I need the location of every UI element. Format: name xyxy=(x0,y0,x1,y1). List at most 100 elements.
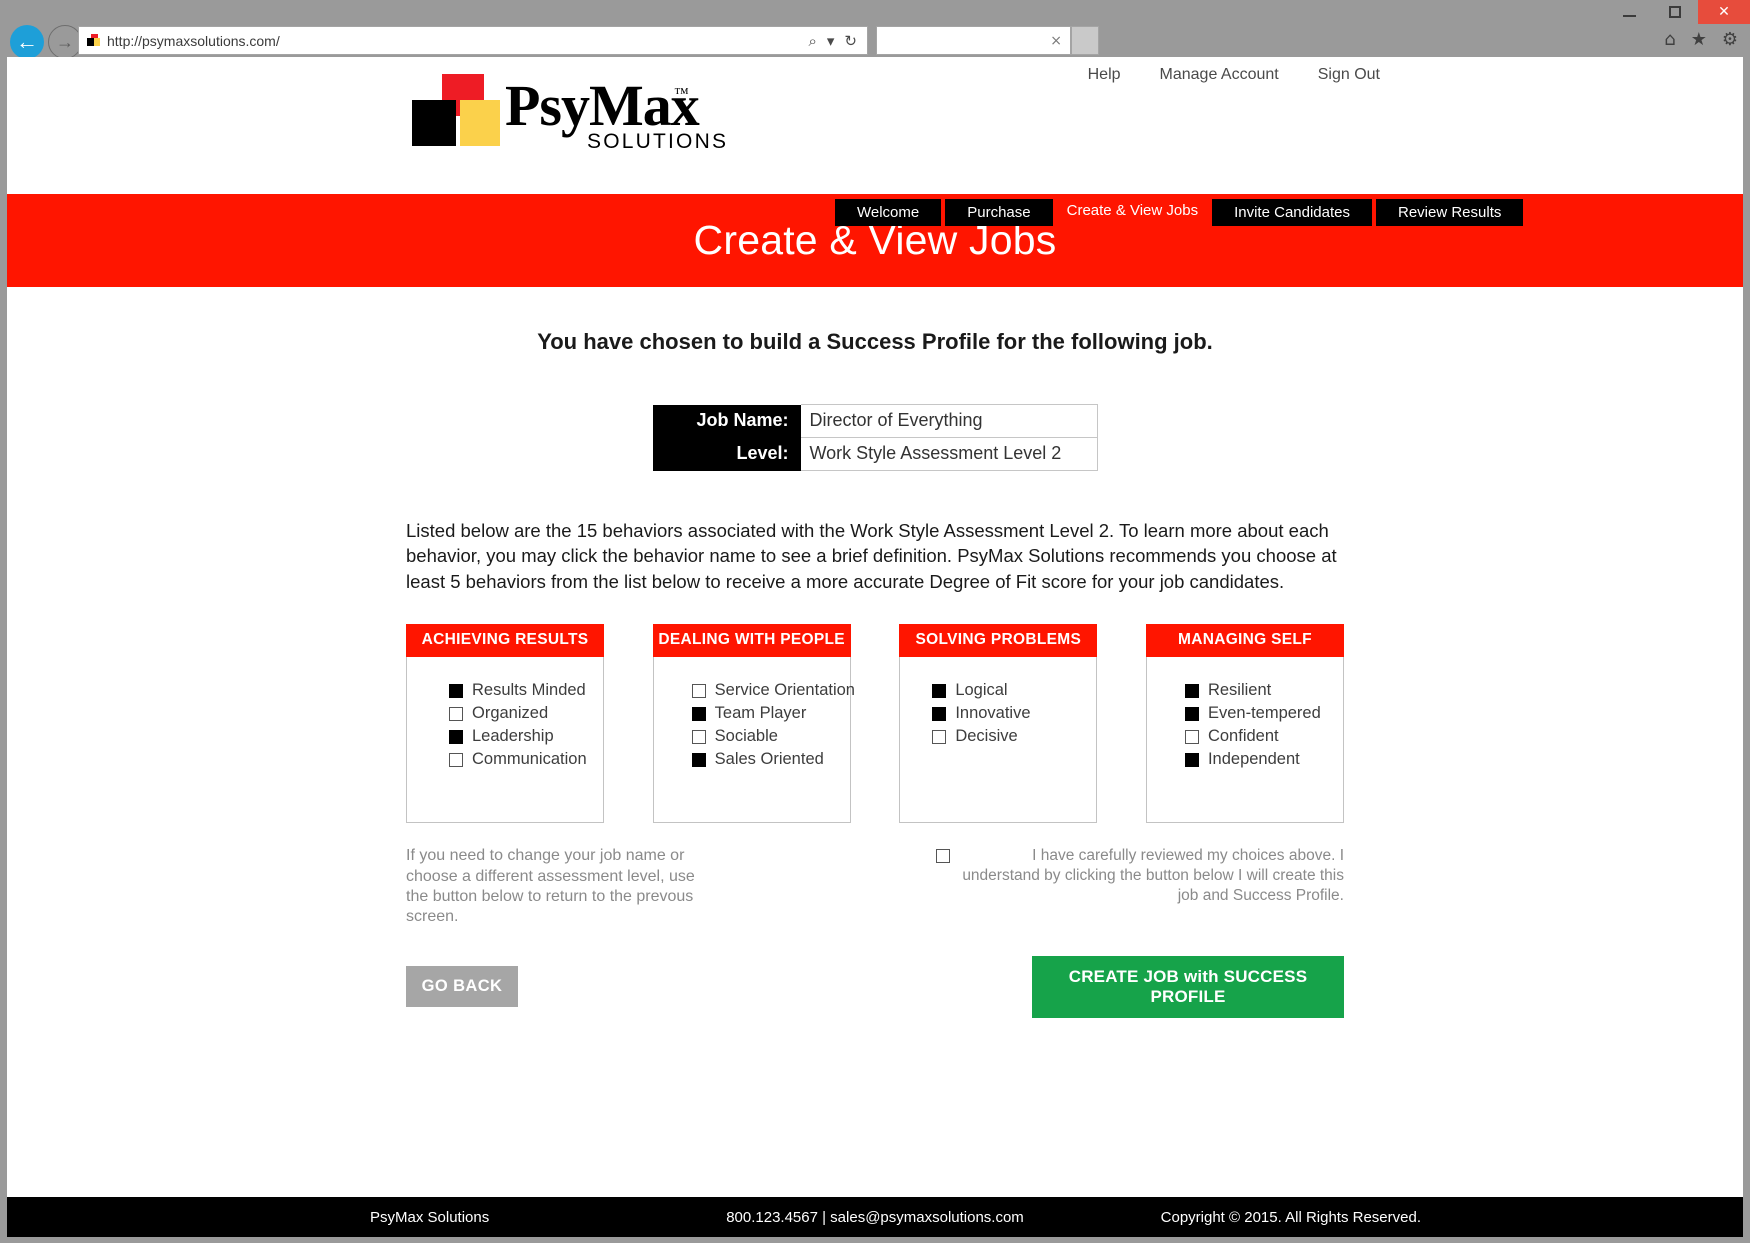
behavior-label[interactable]: Organized xyxy=(472,704,548,723)
tab-create-view-jobs[interactable]: Create & View Jobs xyxy=(1056,195,1209,226)
category-achieving-results-title: ACHIEVING RESULTS xyxy=(406,624,604,658)
home-icon[interactable]: ⌂ xyxy=(1664,29,1675,50)
category-dealing-with-people-list: Service Orientation Team Player Sociable… xyxy=(652,657,855,824)
category-managing-self-title: MANAGING SELF xyxy=(1145,624,1344,658)
behavior-label[interactable]: Team Player xyxy=(715,704,807,723)
maximize-icon xyxy=(1669,6,1681,18)
bottom-notes-row: If you need to change your job name or c… xyxy=(406,846,1344,928)
chevron-down-icon[interactable]: ▾ xyxy=(827,32,835,50)
checkbox-sales-oriented[interactable] xyxy=(691,752,706,767)
behavior-label[interactable]: Confident xyxy=(1208,727,1279,746)
checkbox-sociable[interactable] xyxy=(691,729,706,744)
checkbox-decisive[interactable] xyxy=(932,729,947,744)
behavior-label[interactable]: Sales Oriented xyxy=(715,750,824,769)
checkbox-confident[interactable] xyxy=(1184,729,1199,744)
behavior-label[interactable]: Independent xyxy=(1208,750,1300,769)
psymax-logo[interactable]: PsyMax ™ SOLUTIONS xyxy=(412,74,726,153)
checkbox-results-minded[interactable] xyxy=(449,683,463,698)
tab-purchase[interactable]: Purchase xyxy=(945,199,1053,226)
forward-button[interactable]: → xyxy=(48,25,82,59)
nav-link-sign-out[interactable]: Sign Out xyxy=(1318,66,1380,84)
checkbox-communication[interactable] xyxy=(449,752,463,767)
list-item[interactable]: Service Orientation xyxy=(654,681,855,700)
job-name-label: Job Name: xyxy=(652,404,801,438)
tab-invite-candidates-label: Invite Candidates xyxy=(1234,204,1350,221)
clear-search-icon[interactable]: × xyxy=(1050,33,1070,49)
close-icon: ✕ xyxy=(1718,4,1730,20)
checkbox-confirm-reviewed[interactable] xyxy=(936,849,950,864)
nav-link-manage-account[interactable]: Manage Account xyxy=(1160,66,1279,84)
list-item[interactable]: Even-tempered xyxy=(1147,704,1343,723)
behavior-label[interactable]: Sociable xyxy=(715,727,778,746)
checkbox-logical[interactable] xyxy=(932,683,947,698)
checkbox-team-player[interactable] xyxy=(691,706,706,721)
browser-window: ✕ ← → http://psymaxsolutions.com/ ⌕ ▾ ↻ … xyxy=(0,0,1750,1243)
close-button[interactable]: ✕ xyxy=(1698,0,1750,24)
page-viewport: Help Manage Account Sign Out PsyMax ™ SO… xyxy=(7,57,1743,1237)
nav-link-help[interactable]: Help xyxy=(1088,66,1121,84)
checkbox-leadership[interactable] xyxy=(449,729,463,744)
category-solving-problems-list: Logical Innovative Decisive xyxy=(899,657,1098,824)
refresh-icon[interactable]: ↻ xyxy=(844,32,857,50)
minimize-button[interactable] xyxy=(1606,0,1652,24)
job-name-value: Director of Everything xyxy=(800,404,1098,438)
behavior-label[interactable]: Communication xyxy=(472,750,587,769)
search-icon[interactable]: ⌕ xyxy=(808,32,816,50)
tab-create-view-jobs-label: Create & View Jobs xyxy=(1066,202,1199,219)
list-item[interactable]: Resilient xyxy=(1147,681,1343,700)
site-footer: PsyMax Solutions 800.123.4567 | sales@ps… xyxy=(7,1197,1743,1237)
list-item[interactable]: Sales Oriented xyxy=(654,750,850,769)
level-value: Work Style Assessment Level 2 xyxy=(800,437,1098,471)
settings-gear-icon[interactable]: ⚙ xyxy=(1722,29,1738,50)
list-item[interactable]: Independent xyxy=(1147,750,1343,769)
checkbox-even-tempered[interactable] xyxy=(1184,706,1199,721)
behavior-label[interactable]: Leadership xyxy=(472,727,554,746)
checkbox-service-orientation[interactable] xyxy=(691,683,706,698)
checkbox-innovative[interactable] xyxy=(932,706,947,721)
page-content: You have chosen to build a Success Profi… xyxy=(7,329,1743,1018)
tab-review-results[interactable]: Review Results xyxy=(1376,199,1524,226)
back-arrow-icon: ← xyxy=(16,29,38,54)
maximize-button[interactable] xyxy=(1652,0,1698,24)
create-job-button[interactable]: CREATE JOB with SUCCESS PROFILE xyxy=(1032,955,1344,1018)
browser-titlebar: ✕ xyxy=(0,0,1750,25)
checkbox-independent[interactable] xyxy=(1184,752,1199,767)
behavior-label[interactable]: Innovative xyxy=(955,704,1030,723)
category-dealing-with-people: DEALING WITH PEOPLE Service Orientation … xyxy=(652,624,855,824)
list-item[interactable]: Communication xyxy=(407,750,603,769)
checkbox-resilient[interactable] xyxy=(1184,683,1199,698)
list-item[interactable]: Team Player xyxy=(654,704,850,723)
list-item[interactable]: Logical xyxy=(900,681,1096,700)
utility-nav: Help Manage Account Sign Out xyxy=(1088,66,1380,84)
list-item[interactable]: Leadership xyxy=(407,727,603,746)
list-item[interactable]: Results Minded xyxy=(407,681,603,700)
list-item[interactable]: Confident xyxy=(1147,727,1343,746)
list-item[interactable]: Innovative xyxy=(900,704,1096,723)
behavior-label[interactable]: Resilient xyxy=(1208,681,1271,700)
address-bar[interactable]: http://psymaxsolutions.com/ ⌕ ▾ ↻ xyxy=(78,26,868,55)
behavior-label[interactable]: Service Orientation xyxy=(715,681,855,700)
address-bar-url: http://psymaxsolutions.com/ xyxy=(107,32,280,49)
go-back-button[interactable]: GO BACK xyxy=(406,966,518,1008)
behavior-categories: ACHIEVING RESULTS Results Minded Organiz… xyxy=(406,624,1344,824)
list-item[interactable]: Organized xyxy=(407,704,603,723)
footer-contact: 800.123.4567 | sales@psymaxsolutions.com xyxy=(726,1208,1024,1226)
confirm-text: I have carefully reviewed my choices abo… xyxy=(962,847,1344,905)
tab-welcome[interactable]: Welcome xyxy=(835,199,942,226)
browser-navbar: ← → http://psymaxsolutions.com/ ⌕ ▾ ↻ × … xyxy=(0,25,1750,59)
behavior-label[interactable]: Decisive xyxy=(955,727,1017,746)
search-go-button[interactable] xyxy=(1071,26,1099,55)
tab-purchase-label: Purchase xyxy=(967,204,1031,221)
checkbox-organized[interactable] xyxy=(449,706,463,721)
behavior-label[interactable]: Results Minded xyxy=(472,681,586,700)
behavior-label[interactable]: Even-tempered xyxy=(1208,704,1321,723)
behavior-label[interactable]: Logical xyxy=(955,681,1007,700)
back-button[interactable]: ← xyxy=(10,25,44,59)
browser-search-input[interactable]: × xyxy=(876,26,1071,55)
minimize-icon xyxy=(1622,15,1636,17)
favorites-star-icon[interactable]: ★ xyxy=(1691,29,1707,50)
tab-invite-candidates[interactable]: Invite Candidates xyxy=(1212,199,1372,226)
site-favicon-icon xyxy=(87,34,100,47)
list-item[interactable]: Sociable xyxy=(654,727,850,746)
list-item[interactable]: Decisive xyxy=(900,727,1096,746)
